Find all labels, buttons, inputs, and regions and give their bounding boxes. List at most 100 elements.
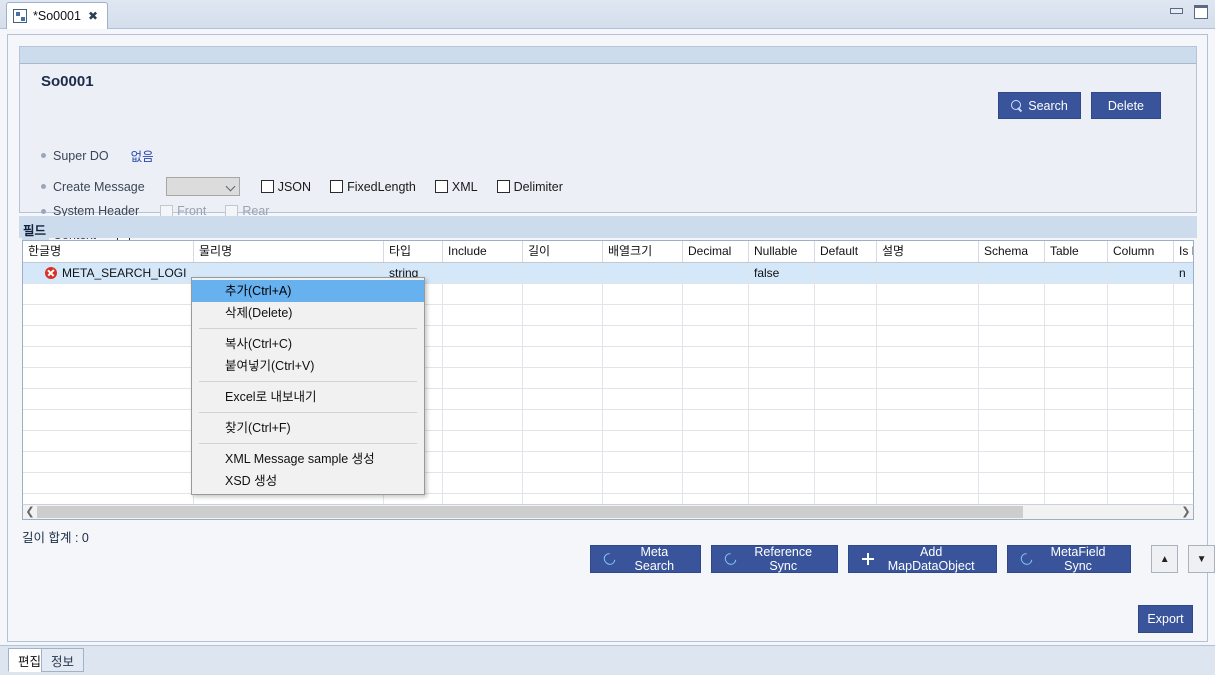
- table-cell[interactable]: [443, 452, 523, 472]
- table-cell[interactable]: [1108, 347, 1174, 367]
- column-header[interactable]: 설명: [877, 241, 979, 262]
- table-cell[interactable]: [979, 326, 1045, 346]
- table-cell[interactable]: [1174, 326, 1193, 346]
- close-icon[interactable]: ✖: [87, 10, 99, 22]
- table-cell[interactable]: [979, 368, 1045, 388]
- table-cell[interactable]: [749, 347, 815, 367]
- table-cell[interactable]: [749, 389, 815, 409]
- column-header[interactable]: Table: [1045, 241, 1108, 262]
- table-cell[interactable]: [1045, 389, 1108, 409]
- table-cell[interactable]: [1045, 452, 1108, 472]
- context-menu-item[interactable]: Excel로 내보내기: [192, 386, 424, 408]
- table-cell[interactable]: [877, 431, 979, 451]
- column-header[interactable]: Nullable: [749, 241, 815, 262]
- context-menu-item[interactable]: XML Message sample 생성: [192, 448, 424, 470]
- export-button[interactable]: Export: [1138, 605, 1193, 633]
- table-cell[interactable]: [603, 326, 683, 346]
- move-down-button[interactable]: ▼: [1188, 545, 1215, 573]
- table-cell[interactable]: [683, 347, 749, 367]
- table-cell[interactable]: [877, 305, 979, 325]
- table-cell[interactable]: [1108, 326, 1174, 346]
- table-cell[interactable]: [979, 431, 1045, 451]
- table-cell[interactable]: [877, 389, 979, 409]
- column-header[interactable]: Decimal: [683, 241, 749, 262]
- table-cell[interactable]: [1174, 473, 1193, 493]
- table-cell[interactable]: [877, 284, 979, 304]
- column-header[interactable]: 길이: [523, 241, 603, 262]
- table-cell[interactable]: [979, 305, 1045, 325]
- table-cell[interactable]: n: [1174, 263, 1193, 283]
- table-cell[interactable]: [603, 452, 683, 472]
- table-cell[interactable]: [815, 284, 877, 304]
- table-cell[interactable]: [1174, 431, 1193, 451]
- table-cell[interactable]: [877, 410, 979, 430]
- context-menu-item[interactable]: XSD 생성: [192, 470, 424, 492]
- table-cell[interactable]: [1045, 305, 1108, 325]
- table-cell[interactable]: [979, 452, 1045, 472]
- table-cell[interactable]: [23, 284, 194, 304]
- table-cell[interactable]: [1108, 410, 1174, 430]
- table-cell[interactable]: [23, 305, 194, 325]
- context-menu-item[interactable]: 붙여넣기(Ctrl+V): [192, 355, 424, 377]
- table-cell[interactable]: [523, 368, 603, 388]
- table-cell[interactable]: [1108, 431, 1174, 451]
- table-cell[interactable]: [979, 473, 1045, 493]
- table-cell[interactable]: [523, 326, 603, 346]
- context-menu-item[interactable]: 복사(Ctrl+C): [192, 333, 424, 355]
- table-cell[interactable]: [683, 305, 749, 325]
- checkbox-fixedlength[interactable]: FixedLength: [330, 180, 416, 194]
- table-cell[interactable]: [1174, 389, 1193, 409]
- table-cell[interactable]: [603, 347, 683, 367]
- table-cell[interactable]: [523, 473, 603, 493]
- grid-horizontal-scrollbar[interactable]: ❮ ❯: [22, 504, 1194, 520]
- table-cell[interactable]: [443, 284, 523, 304]
- table-cell[interactable]: [683, 452, 749, 472]
- table-cell[interactable]: [1045, 368, 1108, 388]
- tab-info[interactable]: 정보: [41, 648, 85, 672]
- table-cell[interactable]: [23, 389, 194, 409]
- table-cell[interactable]: false: [749, 263, 815, 283]
- table-cell[interactable]: [23, 473, 194, 493]
- table-cell[interactable]: [1108, 368, 1174, 388]
- checkbox-xml[interactable]: XML: [434, 180, 478, 194]
- context-menu-item[interactable]: 추가(Ctrl+A): [192, 280, 424, 302]
- table-cell[interactable]: [749, 431, 815, 451]
- table-cell[interactable]: [749, 452, 815, 472]
- table-cell[interactable]: [877, 326, 979, 346]
- table-cell[interactable]: [877, 368, 979, 388]
- table-cell[interactable]: [749, 368, 815, 388]
- table-cell[interactable]: [443, 305, 523, 325]
- column-header[interactable]: Default: [815, 241, 877, 262]
- table-cell[interactable]: [815, 410, 877, 430]
- column-header[interactable]: 물리명: [194, 241, 384, 262]
- maximize-icon[interactable]: [1193, 4, 1208, 19]
- table-cell[interactable]: [1045, 347, 1108, 367]
- table-cell[interactable]: [23, 368, 194, 388]
- table-cell[interactable]: [877, 473, 979, 493]
- table-cell[interactable]: [23, 326, 194, 346]
- table-cell[interactable]: [749, 473, 815, 493]
- column-header[interactable]: Schema: [979, 241, 1045, 262]
- table-cell[interactable]: [443, 389, 523, 409]
- table-cell[interactable]: [683, 431, 749, 451]
- table-cell[interactable]: [1174, 305, 1193, 325]
- table-cell[interactable]: [603, 368, 683, 388]
- checkbox-delimiter[interactable]: Delimiter: [496, 180, 563, 194]
- table-cell[interactable]: [1108, 305, 1174, 325]
- table-cell[interactable]: [603, 263, 683, 283]
- table-cell[interactable]: [1045, 284, 1108, 304]
- table-cell[interactable]: [1108, 473, 1174, 493]
- reference-sync-button[interactable]: Reference Sync: [710, 545, 838, 573]
- table-cell[interactable]: [1174, 347, 1193, 367]
- checkbox-json[interactable]: JSON: [260, 180, 311, 194]
- table-cell[interactable]: [23, 452, 194, 472]
- table-cell[interactable]: [877, 347, 979, 367]
- table-cell[interactable]: [1108, 284, 1174, 304]
- table-cell[interactable]: [443, 263, 523, 283]
- table-cell[interactable]: [815, 263, 877, 283]
- table-cell[interactable]: [23, 410, 194, 430]
- table-cell[interactable]: [1174, 368, 1193, 388]
- create-message-select[interactable]: [165, 177, 240, 196]
- table-cell[interactable]: [523, 347, 603, 367]
- table-cell[interactable]: [603, 431, 683, 451]
